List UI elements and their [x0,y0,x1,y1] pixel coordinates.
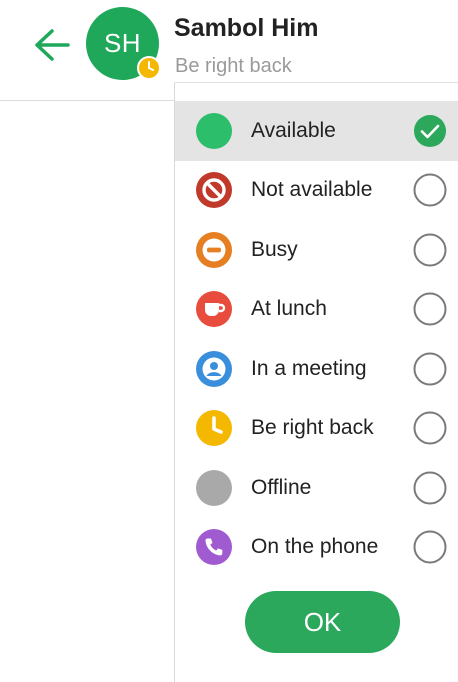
status-label: On the phone [251,535,379,559]
status-list: Available Not available Busy At lunch In… [175,101,458,577]
status-label: Be right back [251,416,374,440]
status-dropdown: Available Not available Busy At lunch In… [174,82,458,682]
status-label: Available [251,118,336,142]
cup-icon [196,291,232,328]
radio-empty-icon[interactable] [413,471,447,505]
status-option-busy[interactable]: Busy [175,220,458,280]
radio-empty-icon[interactable] [413,233,447,267]
status-label: At lunch [251,297,327,321]
contact-name: Sambol Him [174,14,319,42]
radio-empty-icon[interactable] [413,173,447,207]
status-option-available[interactable]: Available [175,101,458,161]
person-icon [196,350,232,387]
check-circle-icon[interactable] [413,114,447,148]
status-option-at-lunch[interactable]: At lunch [175,280,458,340]
status-label: In a meeting [251,356,367,380]
radio-empty-icon[interactable] [413,411,447,445]
radio-empty-icon[interactable] [413,292,447,326]
header-divider [0,100,180,101]
phone-icon [196,529,232,566]
available-dot-icon [196,112,232,149]
avatar-initials: SH [103,28,142,58]
clock-icon [137,56,161,80]
status-label: Busy [251,237,298,261]
status-option-not-available[interactable]: Not available [175,161,458,221]
radio-empty-icon[interactable] [413,352,447,386]
status-option-offline[interactable]: Offline [175,458,458,518]
contact-status: Be right back [175,55,292,77]
status-label: Not available [251,178,373,202]
ok-button[interactable]: OK [245,591,400,653]
offline-dot-icon [196,469,232,506]
status-option-be-right-back[interactable]: Be right back [175,399,458,459]
status-label: Offline [251,475,312,499]
radio-empty-icon[interactable] [413,530,447,564]
arrow-left-icon [35,29,70,61]
busy-icon [196,231,232,268]
clock-icon [196,410,232,447]
back-button[interactable] [32,27,72,63]
status-option-on-the-phone[interactable]: On the phone [175,518,458,578]
status-option-in-a-meeting[interactable]: In a meeting [175,339,458,399]
not-available-icon [196,172,232,209]
